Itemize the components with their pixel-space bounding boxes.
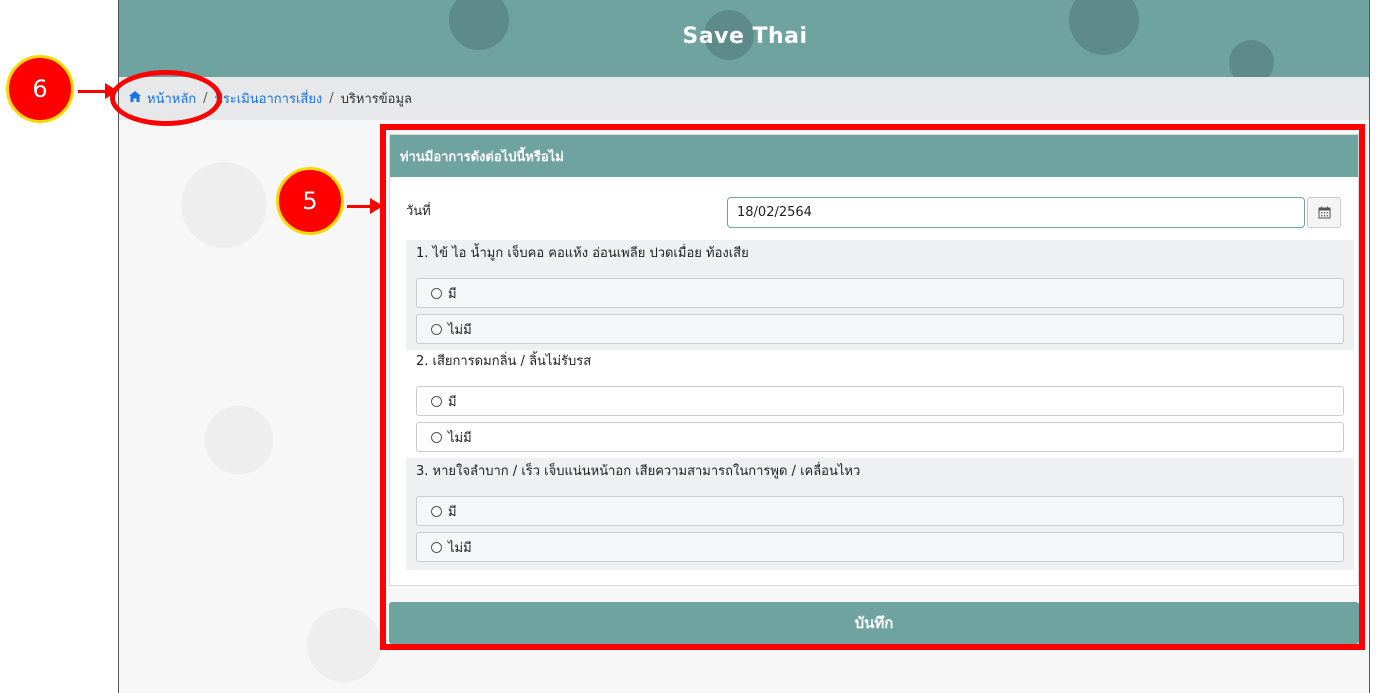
breadcrumb-current: บริหารข้อมูล bbox=[340, 92, 413, 107]
annotation-badge-6: 6 bbox=[6, 55, 74, 123]
highlight-box-form bbox=[380, 124, 1365, 650]
background-virus-icon bbox=[179, 380, 299, 500]
app-title: Save Thai bbox=[682, 24, 808, 49]
annotation-badge-5: 5 bbox=[276, 167, 344, 235]
breadcrumb-assess-link[interactable]: ประเมินอาการเสี่ยง bbox=[215, 88, 323, 109]
app-header: Save Thai bbox=[119, 0, 1369, 77]
highlight-ellipse-home bbox=[110, 70, 222, 126]
annotation-arrow-6 bbox=[78, 83, 118, 99]
breadcrumb-separator: / bbox=[329, 91, 334, 106]
annotation-arrow-5 bbox=[347, 198, 383, 214]
breadcrumb: หน้าหลัก / ประเมินอาการเสี่ยง / บริหารข้… bbox=[119, 77, 1369, 120]
